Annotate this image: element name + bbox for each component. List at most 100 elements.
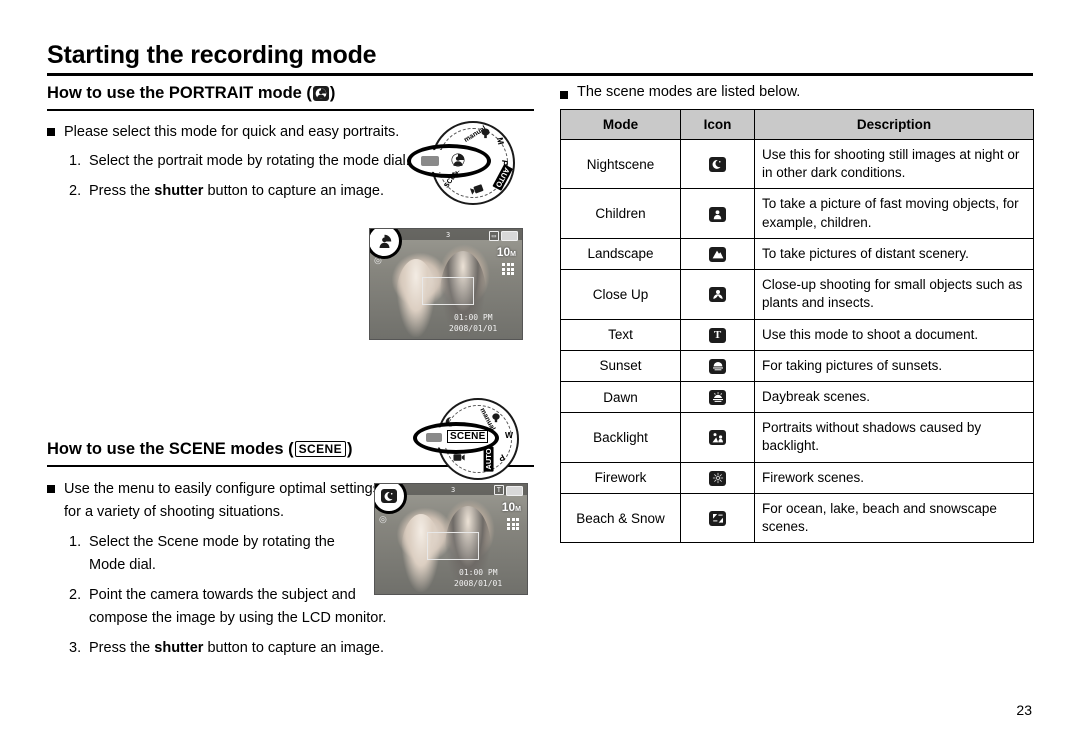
- table-row: Children To take a picture of fast movin…: [560, 188, 1034, 239]
- table-row: Landscape To take pictures of distant sc…: [560, 237, 1034, 271]
- column-header-icon: Icon: [680, 109, 755, 140]
- portrait-mode-dial: manual M P AUTO SCENE: [405, 118, 533, 208]
- scene-heading-text: How to use the SCENE modes (: [47, 440, 294, 459]
- cell-mode: Dawn: [560, 380, 681, 414]
- cell-icon: [680, 188, 755, 239]
- scene-step-2-line2: compose the image by using the LCD monit…: [89, 609, 387, 626]
- scene-tag-label: SCENE: [294, 441, 346, 457]
- portrait-step-2-after: button to capture an image.: [203, 182, 385, 199]
- lcd-resolution-value: 10: [501, 500, 516, 514]
- scene-table-intro-text: The scene modes are listed below.: [577, 84, 801, 100]
- portrait-icon: [312, 86, 329, 101]
- dial-selected-portrait-icon: [451, 153, 465, 172]
- cell-description: Close-up shooting for small objects such…: [754, 269, 1034, 320]
- cell-mode: Sunset: [560, 349, 681, 382]
- scene-step-3-bold: shutter: [154, 640, 204, 657]
- portrait-heading-text: How to use the PORTRAIT mode (: [47, 84, 312, 102]
- lcd-af-frame: [422, 277, 474, 305]
- cell-mode: Nightscene: [560, 138, 681, 190]
- lcd-card-icon: ▭: [488, 231, 499, 241]
- scene-step-3: 3. Press the shutter button to capture a…: [69, 637, 534, 659]
- portrait-lcd-preview: 3 ▭ 10M ◎ 01:00 PM 2008/01/01: [369, 228, 523, 340]
- portrait-heading-close: ): [329, 84, 336, 102]
- scene-bullet-line1: Use the menu to easily configure optimal…: [64, 481, 380, 498]
- lcd-time: 01:00 PM: [459, 568, 498, 577]
- table-row: Sunset For taking pictures of sunsets.: [560, 349, 1034, 382]
- scene-heading-close: ): [346, 440, 353, 459]
- step-number: 1.: [69, 534, 82, 551]
- bullet-square-icon: [47, 128, 55, 136]
- cell-description: Firework scenes.: [754, 461, 1034, 494]
- lcd-resolution-value: 10: [496, 245, 511, 259]
- cell-description: For taking pictures of sunsets.: [754, 349, 1034, 382]
- beach-snow-icon: [709, 511, 726, 527]
- table-row: Close Up Close-up shooting for small obj…: [560, 269, 1034, 320]
- page-number: 23: [1016, 702, 1032, 718]
- table-row: Beach & Snow For ocean, lake, beach and …: [560, 492, 1034, 544]
- cell-description: Use this mode to shoot a document.: [754, 318, 1034, 351]
- text-icon: T: [709, 327, 726, 343]
- scene-step-2-line1: Point the camera towards the subject and: [89, 587, 356, 604]
- lcd-resolution: 10M: [502, 500, 521, 514]
- right-column: The scene modes are listed below. Mode I…: [560, 84, 1034, 544]
- step-number: 3.: [69, 640, 82, 657]
- dial-selection-indicator[interactable]: [407, 144, 491, 178]
- cell-icon: [680, 380, 755, 414]
- table-row: Nightscene Use this for shooting still i…: [560, 138, 1034, 190]
- cell-icon: [680, 492, 755, 544]
- dial-indicator-swatch: [421, 156, 439, 166]
- lcd-resolution: 10M: [497, 245, 516, 259]
- bullet-square-icon: [560, 91, 568, 99]
- step-number: 2.: [69, 587, 82, 604]
- lcd-battery-icon: [506, 486, 523, 496]
- cell-mode: Firework: [560, 461, 681, 494]
- lcd-time: 01:00 PM: [454, 313, 493, 322]
- cell-description: Use this for shooting still images at ni…: [754, 138, 1034, 190]
- dial-selected-scene-label: SCENE: [447, 430, 489, 443]
- column-header-description: Description: [754, 109, 1034, 140]
- scene-step-3-text: Press the shutter button to capture an i…: [89, 637, 534, 659]
- cell-description: Daybreak scenes.: [754, 380, 1034, 414]
- table-header-row: Mode Icon Description: [560, 109, 1034, 140]
- portrait-step-2-bold: shutter: [154, 182, 204, 199]
- portrait-step-2-before: Press the: [89, 182, 155, 199]
- table-row: Backlight Portraits without shadows caus…: [560, 412, 1034, 463]
- nightscene-moon-icon: [709, 157, 726, 173]
- cell-mode: Landscape: [560, 237, 681, 271]
- scene-bullet-line2: for a variety of shooting situations.: [64, 503, 285, 520]
- portrait-section-heading: How to use the PORTRAIT mode ( ): [47, 84, 534, 103]
- lcd-resolution-unit: M: [515, 506, 521, 513]
- step-number: 1.: [69, 153, 82, 170]
- lcd-af-frame: [427, 532, 479, 560]
- page-title: Starting the recording mode: [47, 41, 377, 69]
- cell-description: Portraits without shadows caused by back…: [754, 412, 1034, 463]
- title-divider: [47, 73, 1033, 76]
- dawn-icon: [709, 390, 726, 406]
- cell-mode: Close Up: [560, 269, 681, 320]
- lcd-date: 2008/01/01: [454, 579, 503, 588]
- cell-icon: [680, 138, 755, 190]
- dial-item-M: W: [505, 430, 514, 440]
- lcd-text-mode-icon: T: [493, 485, 504, 495]
- scene-lcd-preview: 3 T 10M ◎ 01:00 PM 2008/01/01: [374, 483, 528, 595]
- column-header-mode: Mode: [560, 109, 681, 140]
- scene-modes-table: Mode Icon Description Nightscene Use thi…: [560, 109, 1034, 544]
- cell-icon: [680, 237, 755, 271]
- dial-item-auto: AUTO: [483, 446, 494, 472]
- scene-step-3-after: button to capture an image.: [203, 640, 385, 657]
- bullet-square-icon: [47, 485, 55, 494]
- step-number: 2.: [69, 182, 82, 199]
- lcd-zoom-indicator: 3: [451, 486, 456, 494]
- lcd-resolution-unit: M: [510, 251, 516, 258]
- sunset-icon: [709, 358, 726, 374]
- lcd-battery-icon: [501, 231, 518, 241]
- cell-icon: [680, 412, 755, 463]
- cell-description: For ocean, lake, beach and snowscape sce…: [754, 492, 1034, 544]
- dial-item-scene-mode-icon: [479, 127, 492, 141]
- landscape-icon: [709, 246, 726, 262]
- scene-mode-dial: manual W P AUTO SCENE: [413, 396, 535, 484]
- cell-icon: T: [680, 318, 755, 351]
- cell-mode: Children: [560, 188, 681, 239]
- scene-step-3-before: Press the: [89, 640, 155, 657]
- closeup-flower-icon: [709, 287, 726, 303]
